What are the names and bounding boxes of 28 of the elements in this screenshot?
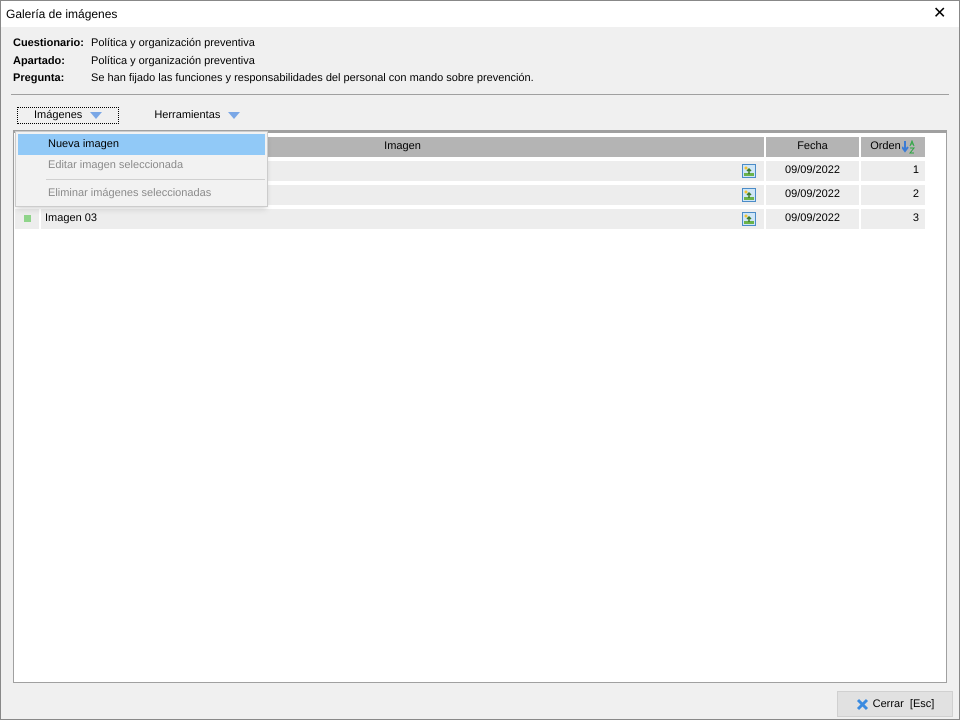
picture-icon	[742, 188, 756, 202]
table-cell: 3	[861, 208, 925, 228]
close-button[interactable]: Cerrar [Esc]	[837, 691, 953, 717]
toolbar-menu-button[interactable]: Herramientas	[137, 107, 258, 124]
field-value: Se han fijado las funciones y responsabilidades del personal con mando sobre prevención.	[91, 71, 534, 86]
table-cell: Imagen 03	[41, 208, 764, 228]
table-cell: 09/09/2022	[766, 184, 859, 204]
caret-icon	[228, 112, 240, 119]
table-cell: 2	[861, 184, 925, 204]
table-cell: 09/09/2022	[766, 160, 859, 180]
picture-icon	[742, 164, 756, 178]
field-value: Política y organización preventiva	[91, 36, 255, 51]
sort-icon	[902, 140, 916, 154]
table-cell: 1	[861, 160, 925, 180]
caret-icon	[90, 112, 102, 119]
close-icon	[856, 698, 869, 710]
column-header[interactable]: Orden	[861, 136, 925, 156]
field-value: Política y organización preventiva	[91, 54, 255, 68]
window-title: Galería de imágenes	[6, 6, 118, 23]
field-label: Pregunta:	[13, 71, 66, 86]
column-header: Fecha	[766, 136, 859, 156]
field-label: Apartado:	[13, 54, 66, 68]
field-label: Cuestionario:	[13, 36, 85, 51]
table-cell: 09/09/2022	[766, 208, 859, 228]
close-button[interactable]: ✕	[925, 2, 954, 26]
toolbar-menu-button[interactable]: Imágenes	[17, 107, 120, 124]
menu-item[interactable]: Nueva imagen	[18, 134, 265, 154]
picture-icon	[742, 212, 756, 226]
